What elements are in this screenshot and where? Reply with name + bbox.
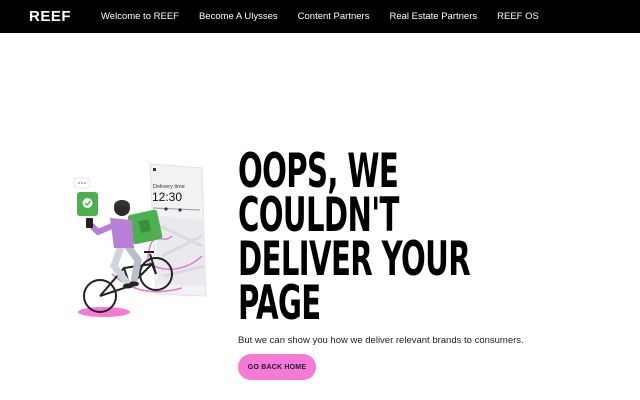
chat-bubble (73, 177, 91, 189)
reef-logo[interactable]: REEF (29, 8, 71, 25)
nav-link-welcome[interactable]: Welcome to REEF (101, 11, 179, 22)
delivery-cyclist-illustration: Delivery time 12:30 (52, 156, 212, 322)
main-nav: Welcome to REEF Become A Ulysses Content… (101, 0, 559, 33)
error-subtext: But we can show you how we deliver relev… (238, 335, 524, 346)
phone-time: 12:30 (152, 190, 182, 204)
nav-link-content-partners[interactable]: Content Partners (298, 11, 370, 22)
nav-link-reef-os[interactable]: REEF OS (497, 11, 539, 22)
nav-link-become-ulysses[interactable]: Become A Ulysses (199, 11, 278, 22)
check-badge-icon (77, 192, 98, 216)
error-headline: OOPS, WE COULDN'T DELIVER YOUR PAGE (238, 148, 471, 331)
top-navbar: REEF Welcome to REEF Become A Ulysses Co… (0, 0, 640, 33)
nav-link-real-estate-partners[interactable]: Real Estate Partners (389, 11, 477, 22)
go-back-home-button[interactable]: GO BACK HOME (238, 354, 316, 380)
headline-line-4: PAGE (238, 276, 321, 331)
go-back-home-label: GO BACK HOME (247, 363, 307, 371)
